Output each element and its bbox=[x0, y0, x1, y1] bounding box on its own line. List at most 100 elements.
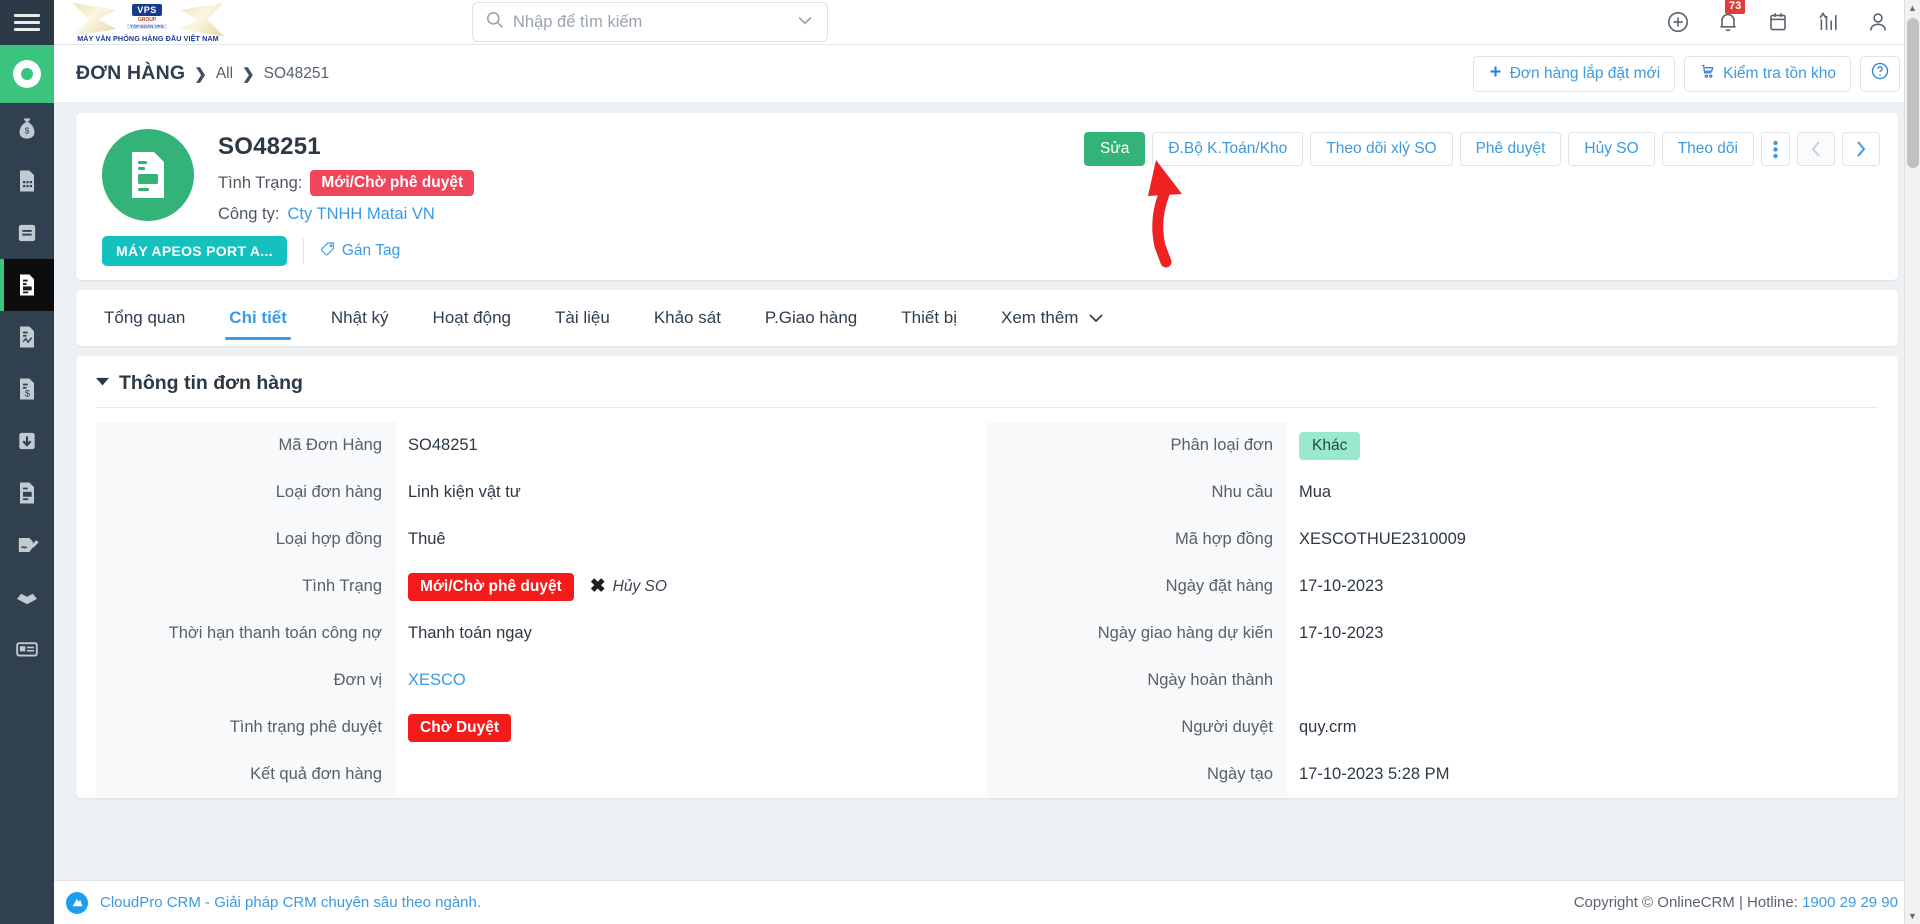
field-row: Tình Trạng Mới/Chờ phê duyệt ✖ Hủy SO bbox=[96, 563, 987, 610]
field-label: Kết quả đơn hàng bbox=[96, 751, 396, 798]
tab-label: Tổng quan bbox=[104, 308, 186, 327]
user-avatar-icon[interactable] bbox=[1866, 10, 1890, 34]
field-row: Ngày hoàn thành bbox=[987, 657, 1878, 704]
sidebar-item-package[interactable] bbox=[0, 571, 54, 623]
action-button--b-k-to-n-kho[interactable]: Đ.Bộ K.Toán/Kho bbox=[1152, 132, 1304, 166]
tab-kh-o-s-t[interactable]: Khảo sát bbox=[650, 290, 725, 346]
chevron-down-icon[interactable] bbox=[795, 10, 815, 35]
section-header[interactable]: Thông tin đơn hàng bbox=[76, 372, 1898, 407]
record-status-line: Tình Trạng: Mới/Chờ phê duyệt bbox=[218, 170, 475, 196]
tab-t-i-li-u[interactable]: Tài liệu bbox=[551, 290, 614, 346]
brand-tagline: MÁY VĂN PHÒNG HÀNG ĐẦU VIỆT NAM bbox=[77, 33, 219, 43]
tab-nh-t-k-[interactable]: Nhật ký bbox=[327, 290, 393, 346]
field-value: 17-10-2023 bbox=[1287, 563, 1878, 610]
menu-toggle[interactable] bbox=[0, 0, 54, 45]
new-install-order-button[interactable]: Đơn hàng lắp đặt mới bbox=[1472, 55, 1676, 92]
sidebar-item-download[interactable] bbox=[0, 415, 54, 467]
action-button-h-y-so[interactable]: Hủy SO bbox=[1568, 132, 1655, 166]
hamburger-icon[interactable] bbox=[14, 10, 40, 35]
tab-thi-t-b-[interactable]: Thiết bị bbox=[897, 290, 961, 346]
calendar-icon[interactable] bbox=[1766, 10, 1790, 34]
app-logo[interactable] bbox=[0, 45, 54, 103]
tab-label: Hoạt động bbox=[432, 308, 511, 327]
tab-label: Thiết bị bbox=[901, 308, 957, 327]
action-button-ph-duy-t[interactable]: Phê duyệt bbox=[1459, 132, 1562, 166]
breadcrumb-view[interactable]: All bbox=[216, 65, 233, 83]
report-doc-icon bbox=[20, 326, 34, 348]
tab-chi-ti-t[interactable]: Chi tiết bbox=[225, 290, 291, 346]
signature-doc-icon bbox=[18, 538, 39, 552]
breadcrumb-module[interactable]: ĐƠN HÀNG bbox=[76, 62, 185, 85]
field-link[interactable]: XESCO bbox=[408, 671, 466, 690]
top-navigation-bar: VPS GROUP TẬP ĐOÀN VPS MÁY VĂN PHÒNG HÀN… bbox=[54, 0, 1920, 45]
field-label: Loại đơn hàng bbox=[96, 469, 396, 516]
sidebar-item-report-doc[interactable] bbox=[0, 311, 54, 363]
tab-xem-th-m[interactable]: Xem thêm bbox=[997, 290, 1108, 346]
field-value bbox=[1287, 657, 1878, 704]
assign-tag-label: Gán Tag bbox=[341, 242, 401, 259]
help-circle-icon bbox=[1870, 61, 1890, 86]
svg-text:$: $ bbox=[25, 127, 30, 136]
chart-icon[interactable] bbox=[1816, 10, 1840, 34]
left-sidebar-rail: $ $ bbox=[0, 0, 54, 924]
search-input[interactable] bbox=[513, 12, 789, 32]
hotline-number[interactable]: 1900 29 29 90 bbox=[1802, 894, 1898, 911]
field-value: Khác bbox=[1287, 422, 1878, 469]
scroll-up-arrow-icon[interactable]: ▲ bbox=[1905, 0, 1920, 16]
global-search[interactable] bbox=[472, 2, 828, 42]
scroll-down-arrow-icon[interactable]: ▼ bbox=[1905, 908, 1920, 924]
sidebar-item-card[interactable] bbox=[0, 623, 54, 675]
sidebar-item-money-bag[interactable]: $ bbox=[0, 103, 54, 155]
sidebar-item-calculator[interactable] bbox=[0, 155, 54, 207]
action-button-label: Sửa bbox=[1100, 140, 1130, 157]
check-inventory-button[interactable]: Kiểm tra tồn kho bbox=[1684, 55, 1851, 92]
field-label: Ngày đặt hàng bbox=[987, 563, 1287, 610]
more-vertical-button[interactable] bbox=[1761, 132, 1790, 166]
field-row: Ngày giao hàng dự kiến 17-10-2023 bbox=[987, 610, 1878, 657]
cancel-so-button[interactable]: ✖ Hủy SO bbox=[590, 577, 667, 596]
sidebar-item-book[interactable] bbox=[0, 207, 54, 259]
field-value: Mua bbox=[1287, 469, 1878, 516]
company-brand-logo: VPS GROUP TẬP ĐOÀN VPS MÁY VĂN PHÒNG HÀN… bbox=[68, 0, 228, 45]
notification-bell[interactable]: 73 bbox=[1716, 0, 1746, 34]
field-row: Mã hợp đồng XESCOTHUE2310009 bbox=[987, 516, 1878, 563]
product-tag[interactable]: MÁY APEOS PORT A... bbox=[102, 236, 287, 266]
tab-label: Chi tiết bbox=[229, 308, 287, 327]
action-button-theo-d-i[interactable]: Theo dõi bbox=[1661, 132, 1754, 166]
copyright-text: Copyright © OnlineCRM | Hotline: bbox=[1573, 894, 1803, 911]
tag-icon bbox=[320, 241, 336, 262]
vertical-scrollbar[interactable]: ▲ ▼ bbox=[1904, 0, 1920, 924]
sidebar-item-invoice[interactable]: $ bbox=[0, 363, 54, 415]
sidebar-item-orders[interactable] bbox=[0, 259, 54, 311]
help-button[interactable] bbox=[1860, 55, 1900, 92]
field-label: Loại hợp đồng bbox=[96, 516, 396, 563]
record-company-link[interactable]: Cty TNHH Matai VN bbox=[287, 205, 434, 224]
field-label: Ngày giao hàng dự kiến bbox=[987, 610, 1287, 657]
tab-p-giao-h-ng[interactable]: P.Giao hàng bbox=[761, 290, 861, 346]
action-button-label: Đ.Bộ K.Toán/Kho bbox=[1168, 140, 1288, 157]
sidebar-item-signature[interactable] bbox=[0, 519, 54, 571]
record-doc-icon bbox=[20, 482, 34, 504]
order-detail-card: Thông tin đơn hàng Mã Đơn Hàng SO48251 Loạ… bbox=[76, 356, 1898, 798]
caret-down-icon[interactable] bbox=[96, 375, 109, 393]
add-circle-icon[interactable] bbox=[1666, 10, 1690, 34]
field-value: XESCOTHUE2310009 bbox=[1287, 516, 1878, 563]
tab-t-ng-quan[interactable]: Tổng quan bbox=[100, 290, 189, 346]
sidebar-item-record[interactable] bbox=[0, 467, 54, 519]
action-button-s-a[interactable]: Sửa bbox=[1084, 132, 1146, 166]
brand-name: VPS bbox=[132, 4, 162, 16]
field-text: SO48251 bbox=[408, 436, 478, 454]
chevron-left-button[interactable] bbox=[1797, 132, 1835, 166]
action-button-theo-d-i-xl-so[interactable]: Theo dõi xlý SO bbox=[1310, 132, 1453, 166]
footer-tagline[interactable]: CloudPro CRM - Giải pháp CRM chuyên sâu … bbox=[100, 894, 481, 911]
field-label: Mã Đơn Hàng bbox=[96, 422, 396, 469]
field-text: quy.crm bbox=[1299, 718, 1357, 736]
field-label: Phân loại đơn bbox=[987, 422, 1287, 469]
assign-tag-button[interactable]: Gán Tag bbox=[320, 241, 400, 262]
scrollbar-thumb[interactable] bbox=[1907, 18, 1919, 168]
tab-ho-t-ng[interactable]: Hoạt động bbox=[429, 290, 515, 346]
chevron-right-button[interactable] bbox=[1842, 132, 1880, 166]
tab-label: P.Giao hàng bbox=[764, 308, 858, 327]
id-card-icon bbox=[16, 642, 38, 657]
chevron-left-icon bbox=[1811, 141, 1820, 157]
